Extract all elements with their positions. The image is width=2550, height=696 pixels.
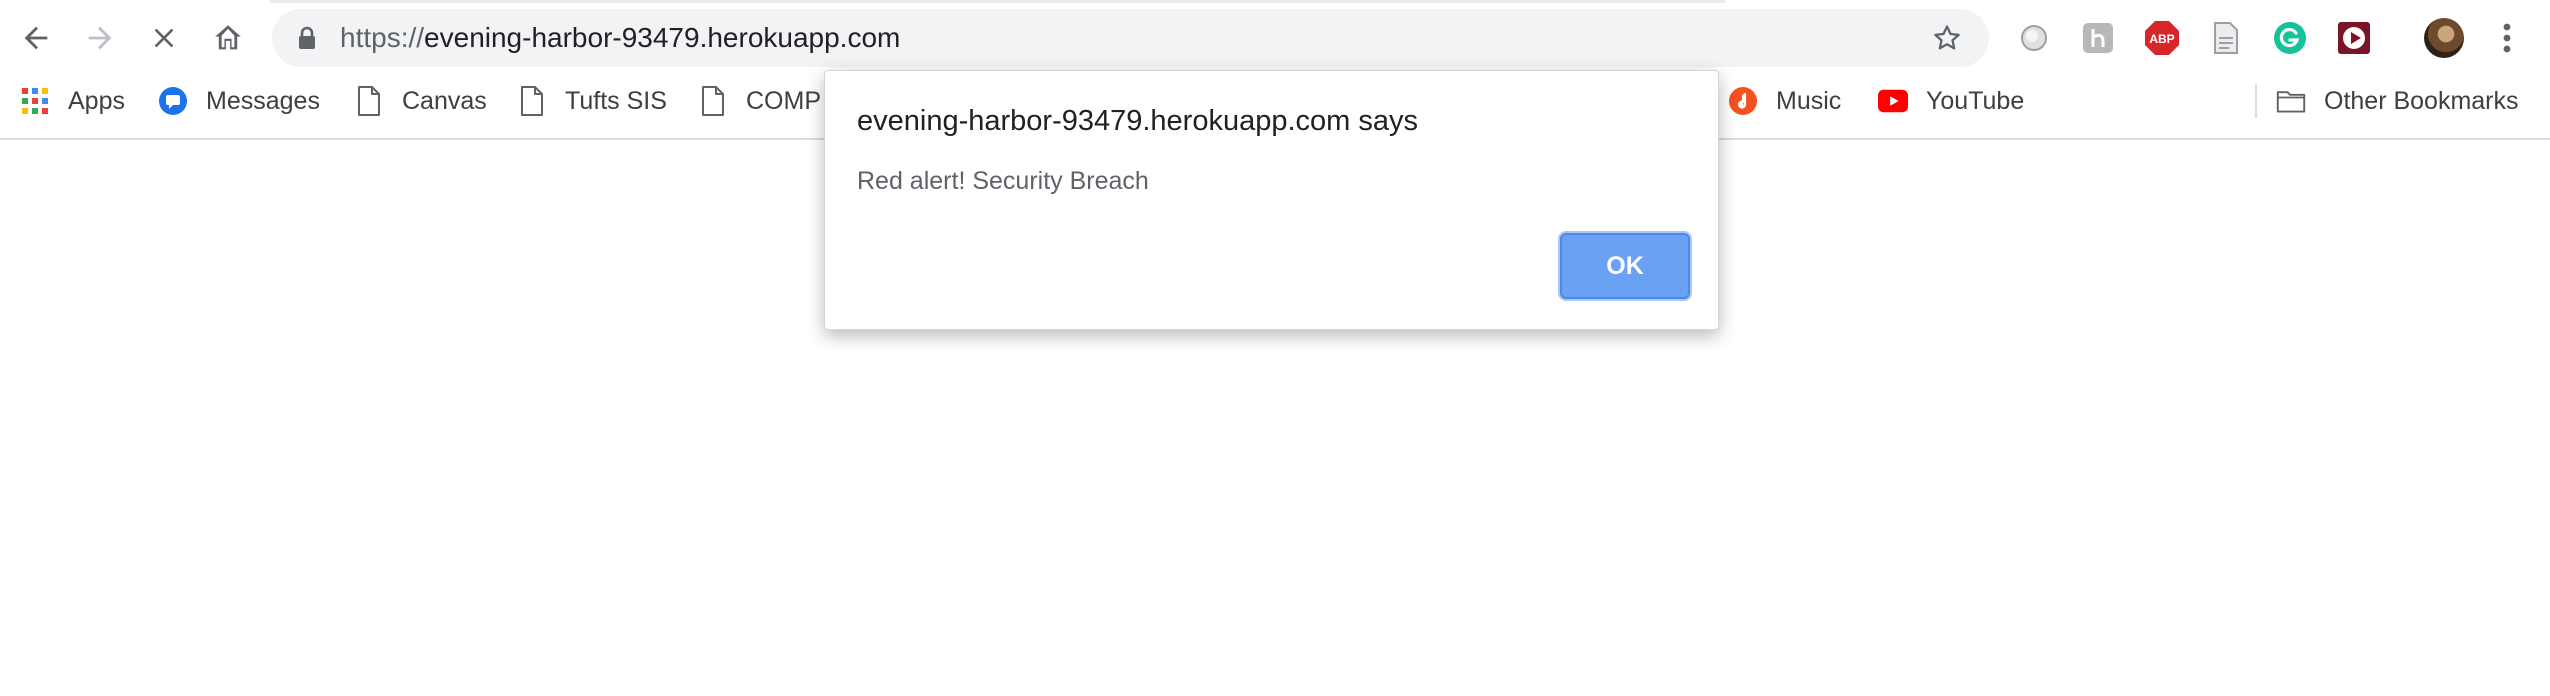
page-icon (517, 86, 547, 116)
home-icon (215, 25, 241, 50)
bookmark-label: Messages (206, 86, 320, 115)
page-icon (354, 86, 384, 116)
grammarly-icon[interactable] (2272, 20, 2308, 56)
apps-grid-icon (20, 86, 50, 116)
back-arrow-icon (24, 26, 48, 50)
close-icon (154, 28, 174, 48)
bookmark-apps[interactable]: Apps (20, 76, 125, 126)
home-button[interactable] (200, 10, 256, 66)
bookmark-canvas[interactable]: Canvas (354, 76, 487, 126)
dialog-title: evening-harbor-93479.herokuapp.com says (857, 105, 1419, 137)
forward-arrow-icon (88, 26, 112, 50)
address-bar[interactable]: https://evening-harbor-93479.herokuapp.c… (272, 9, 1989, 67)
page-icon (698, 86, 728, 116)
bookmark-label: Canvas (402, 86, 487, 115)
extension-document-icon[interactable] (2208, 20, 2244, 56)
dialog-message: Red alert! Security Breach (857, 167, 1149, 195)
profile-avatar[interactable] (2424, 18, 2464, 58)
back-button[interactable] (8, 10, 64, 66)
alert-dialog: evening-harbor-93479.herokuapp.com says … (824, 70, 1719, 330)
bookmark-label: Other Bookmarks (2324, 86, 2519, 115)
url-text: https://evening-harbor-93479.herokuapp.c… (340, 9, 900, 67)
messages-icon (158, 86, 188, 116)
bookmarks-divider (2255, 84, 2257, 118)
folder-icon (2276, 86, 2306, 116)
adblock-plus-icon[interactable]: ABP (2144, 20, 2180, 56)
lock-icon (299, 26, 315, 49)
music-icon (1728, 86, 1758, 116)
extension-honey-icon[interactable] (2080, 20, 2116, 56)
bookmark-messages[interactable]: Messages (158, 76, 320, 126)
forward-button[interactable] (72, 10, 128, 66)
youtube-icon (1878, 86, 1908, 116)
url-scheme: https:// (340, 22, 425, 53)
bookmark-other-bookmarks[interactable]: Other Bookmarks (2276, 76, 2519, 126)
stop-loading-button[interactable] (136, 10, 192, 66)
bookmark-youtube[interactable]: YouTube (1878, 76, 2024, 126)
bookmark-label: Tufts SIS (565, 86, 667, 115)
bookmark-comp[interactable]: COMP (698, 76, 821, 126)
extension-circle-icon[interactable] (2016, 20, 2052, 56)
url-host: evening-harbor-93479.herokuapp.com (424, 22, 901, 53)
bookmark-tufts-sis[interactable]: Tufts SIS (517, 76, 667, 126)
bookmark-music[interactable]: Music (1728, 76, 1841, 126)
bookmark-label: Music (1776, 86, 1842, 115)
ok-button[interactable]: OK (1560, 233, 1690, 299)
bookmark-label: Apps (68, 86, 125, 115)
more-menu-icon[interactable] (2494, 18, 2520, 58)
bookmark-label: YouTube (1926, 86, 2025, 115)
abp-label: ABP (2149, 32, 2174, 46)
bookmark-label: COMP (746, 86, 821, 115)
browser-toolbar: https://evening-harbor-93479.herokuapp.c… (0, 0, 2550, 76)
loading-progress-bar (270, 0, 1725, 3)
bookmark-star-icon[interactable] (1932, 23, 1962, 53)
extension-video-icon[interactable] (2336, 20, 2372, 56)
